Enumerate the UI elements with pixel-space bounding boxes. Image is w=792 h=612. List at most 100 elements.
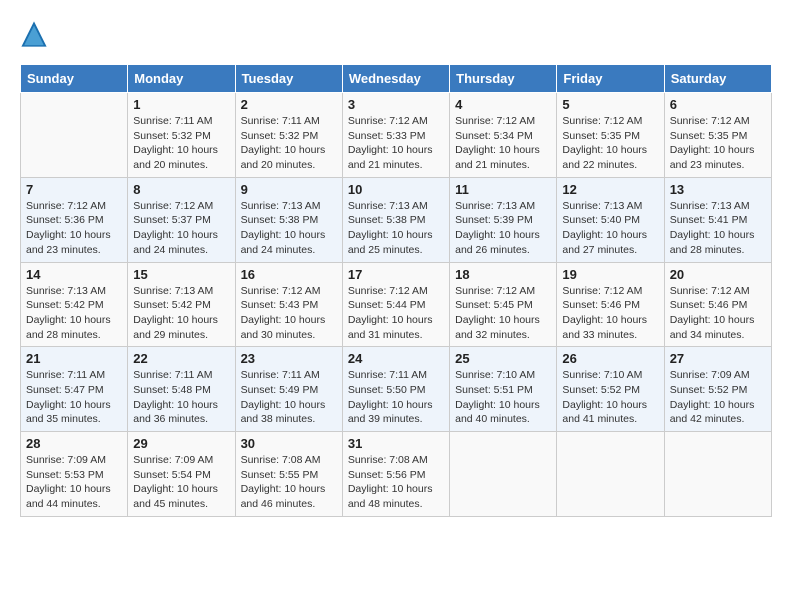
day-info: Sunrise: 7:11 AM Sunset: 5:50 PM Dayligh… xyxy=(348,368,444,427)
day-number: 30 xyxy=(241,436,337,451)
day-number: 26 xyxy=(562,351,658,366)
day-info: Sunrise: 7:12 AM Sunset: 5:45 PM Dayligh… xyxy=(455,284,551,343)
day-number: 31 xyxy=(348,436,444,451)
day-info: Sunrise: 7:11 AM Sunset: 5:49 PM Dayligh… xyxy=(241,368,337,427)
calendar-cell: 1 Sunrise: 7:11 AM Sunset: 5:32 PM Daylig… xyxy=(128,93,235,178)
calendar-cell: 18 Sunrise: 7:12 AM Sunset: 5:45 PM Dayli… xyxy=(450,262,557,347)
day-number: 25 xyxy=(455,351,551,366)
calendar-cell xyxy=(450,432,557,517)
day-number: 13 xyxy=(670,182,766,197)
day-info: Sunrise: 7:09 AM Sunset: 5:53 PM Dayligh… xyxy=(26,453,122,512)
calendar-cell: 8 Sunrise: 7:12 AM Sunset: 5:37 PM Daylig… xyxy=(128,177,235,262)
header-cell-thursday: Thursday xyxy=(450,65,557,93)
calendar-cell xyxy=(557,432,664,517)
calendar-cell: 4 Sunrise: 7:12 AM Sunset: 5:34 PM Daylig… xyxy=(450,93,557,178)
week-row-1: 1 Sunrise: 7:11 AM Sunset: 5:32 PM Daylig… xyxy=(21,93,772,178)
day-info: Sunrise: 7:09 AM Sunset: 5:52 PM Dayligh… xyxy=(670,368,766,427)
day-number: 8 xyxy=(133,182,229,197)
day-info: Sunrise: 7:11 AM Sunset: 5:47 PM Dayligh… xyxy=(26,368,122,427)
calendar-cell: 16Sunrise: 7:12 AM Sunset: 5:43 PM Dayli… xyxy=(235,262,342,347)
calendar-table: SundayMondayTuesdayWednesdayThursdayFrid… xyxy=(20,64,772,517)
day-number: 10 xyxy=(348,182,444,197)
header-cell-friday: Friday xyxy=(557,65,664,93)
day-info: Sunrise: 7:11 AM Sunset: 5:32 PM Dayligh… xyxy=(133,114,229,173)
calendar-cell: 6 Sunrise: 7:12 AM Sunset: 5:35 PM Daylig… xyxy=(664,93,771,178)
day-number: 24 xyxy=(348,351,444,366)
calendar-cell: 31 Sunrise: 7:08 AM Sunset: 5:56 PM Dayli… xyxy=(342,432,449,517)
day-info: Sunrise: 7:13 AM Sunset: 5:38 PM Dayligh… xyxy=(241,199,337,258)
day-info: Sunrise: 7:12 AM Sunset: 5:33 PM Dayligh… xyxy=(348,114,444,173)
calendar-cell: 25 Sunrise: 7:10 AM Sunset: 5:51 PM Dayli… xyxy=(450,347,557,432)
day-number: 27 xyxy=(670,351,766,366)
day-info: Sunrise: 7:12 AM Sunset: 5:46 PM Dayligh… xyxy=(562,284,658,343)
day-number: 20 xyxy=(670,267,766,282)
calendar-header: SundayMondayTuesdayWednesdayThursdayFrid… xyxy=(21,65,772,93)
header-cell-sunday: Sunday xyxy=(21,65,128,93)
day-number: 2 xyxy=(241,97,337,112)
day-number: 3 xyxy=(348,97,444,112)
calendar-cell: 19 Sunrise: 7:12 AM Sunset: 5:46 PM Dayli… xyxy=(557,262,664,347)
day-number: 6 xyxy=(670,97,766,112)
calendar-body: 1 Sunrise: 7:11 AM Sunset: 5:32 PM Daylig… xyxy=(21,93,772,517)
calendar-cell: 23 Sunrise: 7:11 AM Sunset: 5:49 PM Dayli… xyxy=(235,347,342,432)
day-number: 12 xyxy=(562,182,658,197)
day-info: Sunrise: 7:09 AM Sunset: 5:54 PM Dayligh… xyxy=(133,453,229,512)
calendar-cell: 10 Sunrise: 7:13 AM Sunset: 5:38 PM Dayli… xyxy=(342,177,449,262)
header-row: SundayMondayTuesdayWednesdayThursdayFrid… xyxy=(21,65,772,93)
day-info: Sunrise: 7:13 AM Sunset: 5:38 PM Dayligh… xyxy=(348,199,444,258)
day-info: Sunrise: 7:12 AM Sunset: 5:35 PM Dayligh… xyxy=(670,114,766,173)
day-info: Sunrise: 7:12 AM Sunset: 5:37 PM Dayligh… xyxy=(133,199,229,258)
day-number: 14 xyxy=(26,267,122,282)
calendar-cell: 20 Sunrise: 7:12 AM Sunset: 5:46 PM Dayli… xyxy=(664,262,771,347)
day-info: Sunrise: 7:10 AM Sunset: 5:52 PM Dayligh… xyxy=(562,368,658,427)
day-info: Sunrise: 7:12 AM Sunset: 5:43 PM Dayligh… xyxy=(241,284,337,343)
day-number: 22 xyxy=(133,351,229,366)
logo xyxy=(20,20,52,48)
calendar-cell xyxy=(664,432,771,517)
day-info: Sunrise: 7:13 AM Sunset: 5:39 PM Dayligh… xyxy=(455,199,551,258)
day-info: Sunrise: 7:12 AM Sunset: 5:34 PM Dayligh… xyxy=(455,114,551,173)
day-number: 19 xyxy=(562,267,658,282)
calendar-cell: 30 Sunrise: 7:08 AM Sunset: 5:55 PM Dayli… xyxy=(235,432,342,517)
day-number: 23 xyxy=(241,351,337,366)
day-info: Sunrise: 7:08 AM Sunset: 5:55 PM Dayligh… xyxy=(241,453,337,512)
calendar-cell: 13 Sunrise: 7:13 AM Sunset: 5:41 PM Dayli… xyxy=(664,177,771,262)
day-number: 15 xyxy=(133,267,229,282)
calendar-cell xyxy=(21,93,128,178)
logo-icon xyxy=(20,20,48,48)
day-number: 18 xyxy=(455,267,551,282)
header-cell-saturday: Saturday xyxy=(664,65,771,93)
calendar-cell: 21Sunrise: 7:11 AM Sunset: 5:47 PM Dayli… xyxy=(21,347,128,432)
header-cell-tuesday: Tuesday xyxy=(235,65,342,93)
day-info: Sunrise: 7:12 AM Sunset: 5:46 PM Dayligh… xyxy=(670,284,766,343)
calendar-cell: 26 Sunrise: 7:10 AM Sunset: 5:52 PM Dayli… xyxy=(557,347,664,432)
day-number: 28 xyxy=(26,436,122,451)
day-number: 4 xyxy=(455,97,551,112)
calendar-cell: 28 Sunrise: 7:09 AM Sunset: 5:53 PM Dayli… xyxy=(21,432,128,517)
day-info: Sunrise: 7:10 AM Sunset: 5:51 PM Dayligh… xyxy=(455,368,551,427)
day-info: Sunrise: 7:12 AM Sunset: 5:36 PM Dayligh… xyxy=(26,199,122,258)
day-info: Sunrise: 7:11 AM Sunset: 5:48 PM Dayligh… xyxy=(133,368,229,427)
calendar-cell: 12Sunrise: 7:13 AM Sunset: 5:40 PM Dayli… xyxy=(557,177,664,262)
day-info: Sunrise: 7:08 AM Sunset: 5:56 PM Dayligh… xyxy=(348,453,444,512)
page-header xyxy=(20,20,772,48)
day-info: Sunrise: 7:13 AM Sunset: 5:42 PM Dayligh… xyxy=(26,284,122,343)
calendar-cell: 7 Sunrise: 7:12 AM Sunset: 5:36 PM Daylig… xyxy=(21,177,128,262)
day-number: 17 xyxy=(348,267,444,282)
calendar-cell: 15 Sunrise: 7:13 AM Sunset: 5:42 PM Dayli… xyxy=(128,262,235,347)
day-info: Sunrise: 7:13 AM Sunset: 5:41 PM Dayligh… xyxy=(670,199,766,258)
day-number: 9 xyxy=(241,182,337,197)
calendar-cell: 27 Sunrise: 7:09 AM Sunset: 5:52 PM Dayli… xyxy=(664,347,771,432)
week-row-3: 14 Sunrise: 7:13 AM Sunset: 5:42 PM Dayli… xyxy=(21,262,772,347)
day-number: 7 xyxy=(26,182,122,197)
calendar-cell: 9 Sunrise: 7:13 AM Sunset: 5:38 PM Daylig… xyxy=(235,177,342,262)
day-info: Sunrise: 7:13 AM Sunset: 5:42 PM Dayligh… xyxy=(133,284,229,343)
header-cell-monday: Monday xyxy=(128,65,235,93)
day-number: 1 xyxy=(133,97,229,112)
calendar-cell: 3 Sunrise: 7:12 AM Sunset: 5:33 PM Daylig… xyxy=(342,93,449,178)
calendar-cell: 14 Sunrise: 7:13 AM Sunset: 5:42 PM Dayli… xyxy=(21,262,128,347)
calendar-cell: 24 Sunrise: 7:11 AM Sunset: 5:50 PM Dayli… xyxy=(342,347,449,432)
header-cell-wednesday: Wednesday xyxy=(342,65,449,93)
day-info: Sunrise: 7:12 AM Sunset: 5:44 PM Dayligh… xyxy=(348,284,444,343)
calendar-cell: 2Sunrise: 7:11 AM Sunset: 5:32 PM Daylig… xyxy=(235,93,342,178)
